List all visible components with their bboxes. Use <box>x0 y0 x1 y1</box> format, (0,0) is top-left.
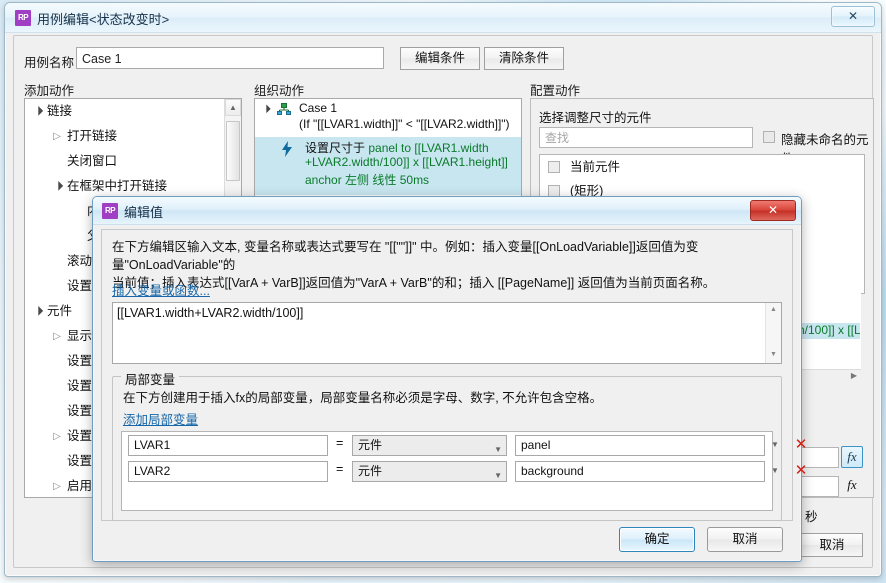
action-target-expr-1: panel to [[LVAR1.width <box>368 141 489 155</box>
chevron-right-icon[interactable] <box>51 474 63 497</box>
variable-type-select[interactable]: 元件 ▼ <box>352 461 507 482</box>
section-title-configure-action: 配置动作 <box>530 84 581 98</box>
dialog-titlebar: RP 编辑值 ✕ <box>93 197 801 225</box>
local-variables-description: 在下方创建用于插入fx的局部变量，局部变量名称必须是字母、数字, 不允许包含空格… <box>123 391 603 405</box>
expression-textarea[interactable]: [[LVAR1.width+LVAR2.width/100]] ▲ ▼ <box>112 302 782 364</box>
variable-name-input[interactable]: LVAR1 <box>128 435 328 456</box>
chevron-down-icon[interactable]: ▼ <box>494 441 502 458</box>
list-item[interactable]: 当前元件 <box>540 155 864 179</box>
dialog-close-button[interactable]: ✕ <box>750 200 796 221</box>
chevron-down-icon[interactable]: ▼ <box>771 440 779 449</box>
dialog-ok-button[interactable]: 确定 <box>619 527 695 552</box>
app-logo-icon: RP <box>102 203 118 219</box>
case-tree-row[interactable]: Case 1 (If "[[LVAR1.width]]" < "[[LVAR2.… <box>255 99 521 131</box>
lightning-bolt-icon <box>282 141 292 157</box>
textarea-scrollbar[interactable]: ▲ ▼ <box>765 303 781 363</box>
chevron-down-icon[interactable] <box>263 104 269 113</box>
variable-type-value: 元件 <box>358 464 383 478</box>
fx-button-width[interactable]: fx <box>841 446 863 468</box>
local-variables-table: LVAR1 = 元件 ▼ panel ▼ ✕ LVAR2 = 元件 ▼ back… <box>121 431 807 511</box>
local-variables-group-label: 局部变量 <box>121 369 180 388</box>
search-input[interactable]: 查找 <box>539 127 753 148</box>
scroll-up-icon[interactable]: ▲ <box>225 99 241 116</box>
scroll-right-icon[interactable]: ▶ <box>851 371 857 380</box>
chevron-down-icon[interactable] <box>31 99 43 124</box>
widget-label: 当前元件 <box>570 160 621 174</box>
case-name-label: 用例名称 <box>24 56 75 70</box>
tree-item-label: 打开链接 <box>67 129 118 143</box>
table-row: LVAR1 = 元件 ▼ panel ▼ ✕ <box>122 432 807 458</box>
section-title-add-action: 添加动作 <box>24 84 75 98</box>
tree-item-label: 元件 <box>47 304 73 318</box>
equals-sign: = <box>336 462 344 476</box>
dialog-title: 编辑值 <box>124 205 164 220</box>
scroll-down-icon[interactable]: ▼ <box>766 348 781 363</box>
window-title: 用例编辑<状态改变时> <box>37 12 170 27</box>
tree-item-label: 在框架中打开链接 <box>67 179 168 193</box>
action-line-2: +LVAR2.width/100]] x [[LVAR1.height]] <box>305 155 508 169</box>
delete-variable-button[interactable]: ✕ <box>792 461 810 481</box>
variable-name-input[interactable]: LVAR2 <box>128 461 328 482</box>
tree-item-1[interactable]: 打开链接 <box>25 124 241 149</box>
case-node-icon <box>277 103 291 115</box>
clipped-expression-fragment: h/100]] x [[L <box>798 323 860 339</box>
insert-variable-link[interactable]: 插入变量或函数... <box>112 280 210 299</box>
case-name-input[interactable]: Case 1 <box>76 47 384 69</box>
app-logo-icon: RP <box>15 10 31 26</box>
section-title-organize-action: 组织动作 <box>254 84 305 98</box>
tree-item-label: 链接 <box>47 104 73 118</box>
delete-variable-button[interactable]: ✕ <box>792 435 810 455</box>
add-local-variable-link[interactable]: 添加局部变量 <box>123 409 198 428</box>
tree-item-2[interactable]: 关闭窗口 <box>25 149 241 174</box>
edit-value-dialog: RP 编辑值 ✕ 在下方编辑区输入文本, 变量名称或表达式要写在 "[[""]]… <box>92 196 807 562</box>
dialog-body: 在下方编辑区输入文本, 变量名称或表达式要写在 "[[""]]" 中。例如：插入… <box>101 229 807 521</box>
dialog-instructions: 在下方编辑区输入文本, 变量名称或表达式要写在 "[[""]]" 中。例如：插入… <box>112 238 782 292</box>
hide-unnamed-checkbox[interactable] <box>763 131 775 143</box>
variable-type-select[interactable]: 元件 ▼ <box>352 435 507 456</box>
action-anchor-keyword: anchor <box>305 173 342 187</box>
chevron-right-icon[interactable] <box>51 124 63 149</box>
chevron-right-icon[interactable] <box>51 324 63 349</box>
fx-button-height[interactable]: fx <box>841 475 863 497</box>
chevron-down-icon[interactable]: ▼ <box>494 467 502 484</box>
action-line-3: anchor 左侧 线性 50ms <box>305 171 429 188</box>
case-title: Case 1 <box>299 101 338 115</box>
chevron-right-icon[interactable] <box>51 424 63 449</box>
variable-value-input[interactable]: background <box>515 461 765 482</box>
scrollbar-thumb[interactable] <box>226 121 240 181</box>
action-line-1: 设置尺寸于 panel to [[LVAR1.width <box>305 139 489 156</box>
case-condition: (If "[[LVAR1.width]]" < "[[LVAR2.width]]… <box>299 117 510 131</box>
dialog-cancel-button[interactable]: 取消 <box>707 527 783 552</box>
scroll-up-icon[interactable]: ▲ <box>766 303 781 318</box>
chevron-down-icon[interactable] <box>31 299 43 324</box>
variable-type-value: 元件 <box>358 438 383 452</box>
table-row: LVAR2 = 元件 ▼ background ▼ ✕ <box>122 458 807 484</box>
action-anchor-value: 左侧 线性 50ms <box>345 173 430 187</box>
instruction-line-1: 在下方编辑区输入文本, 变量名称或表达式要写在 "[[""]]" 中。例如：插入… <box>112 240 699 272</box>
tree-item-label: 关闭窗口 <box>67 154 118 168</box>
chevron-down-icon[interactable] <box>51 174 63 199</box>
variable-value-input[interactable]: panel <box>515 435 765 456</box>
tree-item-0[interactable]: 链接 <box>25 99 241 124</box>
local-variables-group: 局部变量 在下方创建用于插入fx的局部变量，局部变量名称必须是字母、数字, 不允… <box>112 369 807 521</box>
select-widget-label: 选择调整尺寸的元件 <box>539 111 652 125</box>
chevron-down-icon[interactable]: ▼ <box>771 466 779 475</box>
equals-sign: = <box>336 436 344 450</box>
expression-value: [[LVAR1.width+LVAR2.width/100]] <box>117 306 304 320</box>
action-item-row[interactable]: 设置尺寸于 panel to [[LVAR1.width +LVAR2.widt… <box>255 137 521 195</box>
seconds-unit-label: 秒 <box>805 510 818 524</box>
instruction-line-2: 当前值；插入表达式[[VarA + VarB]]返回值为"VarA + VarB… <box>112 276 716 290</box>
action-verb: 设置尺寸于 <box>305 141 366 155</box>
window-titlebar: RP 用例编辑<状态改变时> ✕ <box>5 3 881 33</box>
edit-condition-button[interactable]: 编辑条件 <box>400 47 480 70</box>
main-cancel-button[interactable]: 取消 <box>801 533 863 557</box>
widget-checkbox[interactable] <box>548 161 560 173</box>
window-close-button[interactable]: ✕ <box>831 6 875 27</box>
clear-condition-button[interactable]: 清除条件 <box>484 47 564 70</box>
